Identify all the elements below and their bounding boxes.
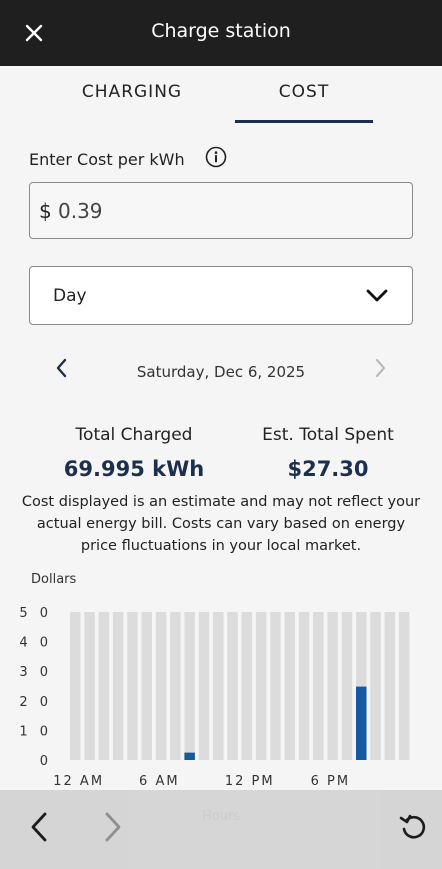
currency-symbol: $ [39,199,52,223]
bar-background [270,612,281,760]
bar-background [384,612,396,760]
active-tab-indicator [235,120,373,123]
bar-background [184,612,195,760]
bar-background [112,612,124,760]
bar-background [127,612,138,760]
x-tick-label: 6 PM [311,774,350,789]
tab-charging[interactable]: CHARGING [62,82,202,102]
x-tick-label: 12 AM [53,774,104,789]
cost-per-kwh-field: $ [29,182,413,239]
bar-background [227,612,238,760]
bar-background [98,612,110,760]
cost-per-kwh-label: Enter Cost per kWh [29,150,185,169]
total-spent-label: Est. Total Spent [262,425,394,445]
total-spent-value: $27.30 [287,457,369,481]
y-axis-label: Dollars [31,572,76,587]
top-bar: Charge station [0,0,442,66]
period-dropdown[interactable]: Day [29,266,413,325]
y-tick-label: 2 0 [19,695,52,710]
bar-background [298,612,310,760]
bar-background [141,612,152,760]
y-tick-label: 3 0 [19,665,52,680]
y-tick-label: 1 0 [19,724,52,739]
bar-background [284,612,295,760]
bar-background [84,612,95,760]
bar-background [398,612,410,760]
cost-per-kwh-input[interactable] [58,193,398,229]
next-day-button[interactable] [368,356,392,380]
forward-button[interactable] [98,810,126,844]
bar-background [70,612,81,760]
cost-disclaimer: Cost displayed is an estimate and may no… [21,494,421,554]
bar-background [255,612,267,760]
bar-background [341,612,353,760]
tab-bar: CHARGING COST [0,66,442,126]
info-icon[interactable] [205,146,227,168]
y-tick-label: 4 0 [19,636,52,651]
tab-cost[interactable]: COST [235,82,373,102]
back-button[interactable] [26,810,54,844]
x-tick-label: 12 PM [225,774,275,789]
period-selected-value: Day [53,286,87,306]
chevron-down-icon [366,289,388,302]
bar-background [313,612,324,760]
back-arrow-icon [31,812,47,842]
bar-background [213,612,224,760]
bar-background [155,612,167,760]
reload-icon [399,814,426,839]
chevron-right-icon [376,359,385,377]
y-tick-label: 0 [40,754,52,769]
reload-button[interactable] [398,812,428,842]
bar-background [370,612,381,760]
bar-background [170,612,181,760]
bar [356,686,367,760]
bar-background [241,612,253,760]
bar [184,752,195,760]
bar-background [198,612,210,760]
x-tick-label: 6 AM [139,774,180,789]
total-charged-label: Total Charged [75,425,193,445]
y-tick-label: 5 0 [19,606,52,621]
bar-background [327,612,338,760]
forward-arrow-icon [105,812,121,842]
page-title: Charge station [151,20,291,42]
total-charged-value: 69.995 kWh [63,457,205,481]
date-navigator: Saturday, Dec 6, 2025 [0,350,442,390]
bottom-nav-bar [0,790,442,869]
